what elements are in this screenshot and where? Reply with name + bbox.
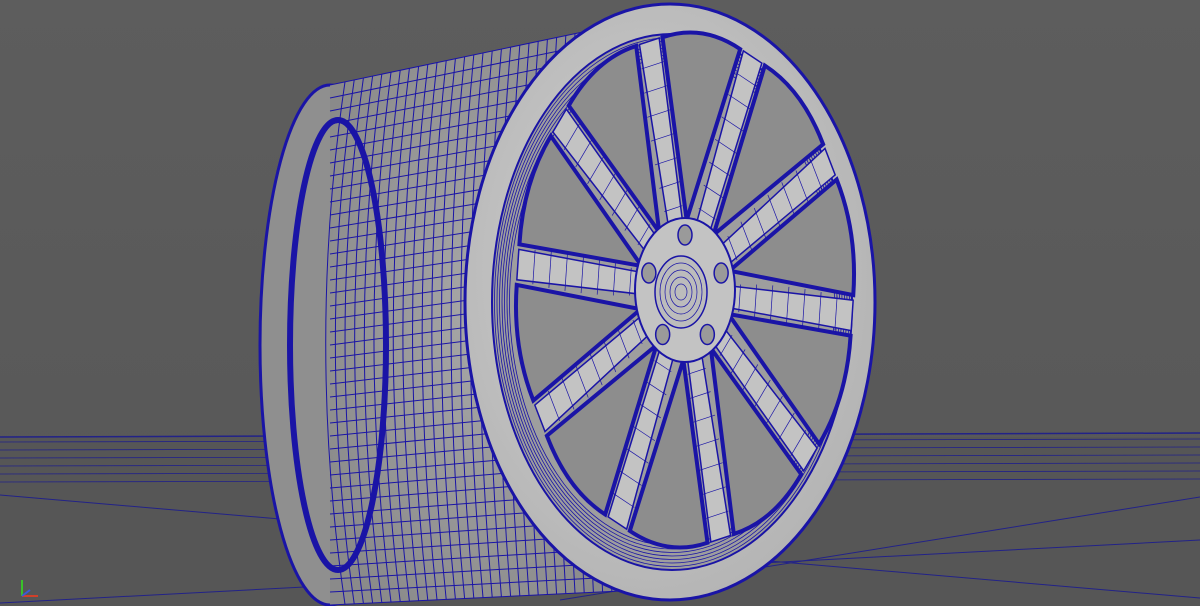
perspective-viewport[interactable] — [0, 0, 1200, 606]
lug-nut — [641, 262, 657, 284]
wheel-face — [463, 2, 877, 602]
lug-nut — [699, 323, 716, 346]
lug-nut — [713, 262, 729, 284]
lug-nut — [654, 323, 671, 346]
center-hub — [634, 217, 736, 363]
axis-gizmo-icon — [21, 580, 38, 597]
lug-nut — [677, 224, 693, 246]
wheel-rim-model[interactable] — [0, 0, 1200, 606]
